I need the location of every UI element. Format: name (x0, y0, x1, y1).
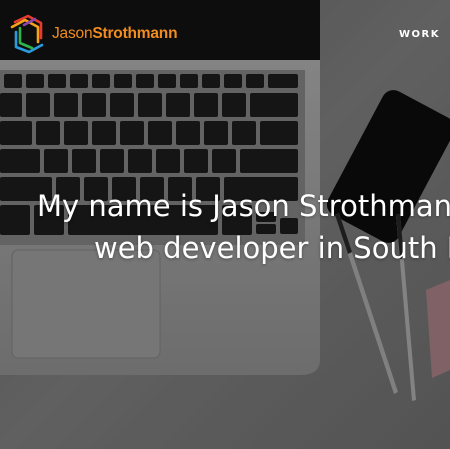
hero-headline: My name is Jason Strothmann web develope… (37, 185, 450, 269)
hero-headline-line1: My name is Jason Strothmann (37, 189, 450, 223)
brand-logo-link[interactable]: JasonStrothmann (10, 14, 178, 54)
brand-first-name: Jason (52, 25, 93, 42)
site-header: JasonStrothmann WORK (0, 0, 450, 70)
nav-link-work[interactable]: WORK (399, 29, 440, 40)
hero-headline-line2: web developer in South F (94, 231, 450, 265)
brand-name: JasonStrothmann (52, 25, 178, 43)
brand-last-name: Strothmann (92, 25, 178, 42)
hexagon-logo-icon (10, 14, 44, 54)
